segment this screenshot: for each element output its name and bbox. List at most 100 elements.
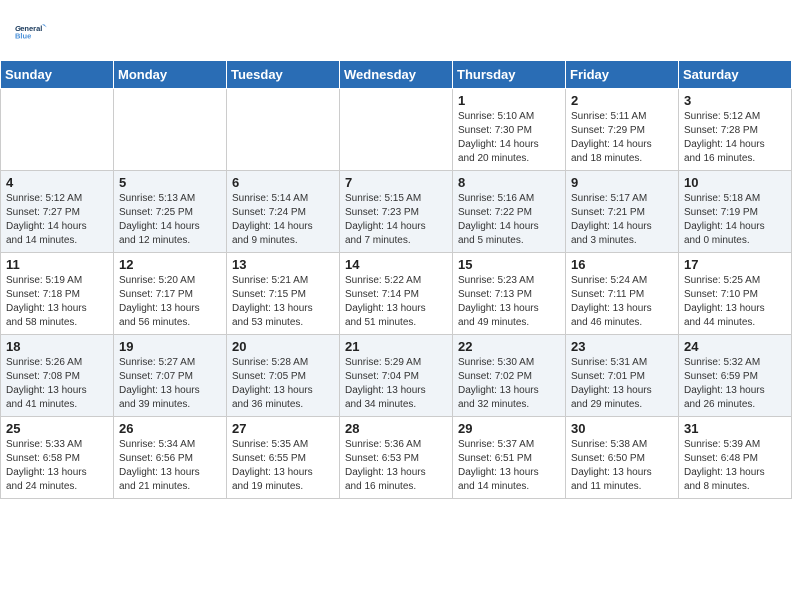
day-info: Sunrise: 5:16 AM Sunset: 7:22 PM Dayligh… <box>458 192 560 248</box>
day-number: 4 <box>6 175 108 190</box>
calendar-table: SundayMondayTuesdayWednesdayThursdayFrid… <box>0 60 792 499</box>
day-number: 6 <box>232 175 334 190</box>
calendar-cell <box>227 89 340 171</box>
weekday-header-friday: Friday <box>566 61 679 89</box>
day-info: Sunrise: 5:13 AM Sunset: 7:25 PM Dayligh… <box>119 192 221 248</box>
svg-text:Blue: Blue <box>15 32 31 41</box>
day-info: Sunrise: 5:37 AM Sunset: 6:51 PM Dayligh… <box>458 438 560 494</box>
calendar-cell: 7 Sunrise: 5:15 AM Sunset: 7:23 PM Daylig… <box>340 171 453 253</box>
calendar-cell: 13 Sunrise: 5:21 AM Sunset: 7:15 PM Dayli… <box>227 253 340 335</box>
day-info: Sunrise: 5:25 AM Sunset: 7:10 PM Dayligh… <box>684 274 786 330</box>
day-info: Sunrise: 5:30 AM Sunset: 7:02 PM Dayligh… <box>458 356 560 412</box>
day-number: 12 <box>119 257 221 272</box>
day-number: 29 <box>458 421 560 436</box>
calendar-cell: 4 Sunrise: 5:12 AM Sunset: 7:27 PM Daylig… <box>1 171 114 253</box>
calendar-cell: 23Sunrise: 5:31 AM Sunset: 7:01 PM Dayli… <box>566 335 679 417</box>
calendar-cell: 30 Sunrise: 5:38 AM Sunset: 6:50 PM Dayli… <box>566 417 679 499</box>
day-info: Sunrise: 5:12 AM Sunset: 7:27 PM Dayligh… <box>6 192 108 248</box>
calendar-cell: 15 Sunrise: 5:23 AM Sunset: 7:13 PM Dayli… <box>453 253 566 335</box>
day-info: Sunrise: 5:22 AM Sunset: 7:14 PM Dayligh… <box>345 274 447 330</box>
day-info: Sunrise: 5:35 AM Sunset: 6:55 PM Dayligh… <box>232 438 334 494</box>
day-number: 17 <box>684 257 786 272</box>
calendar-cell: 19 Sunrise: 5:27 AM Sunset: 7:07 PM Dayli… <box>114 335 227 417</box>
weekday-header-tuesday: Tuesday <box>227 61 340 89</box>
day-info: Sunrise: 5:14 AM Sunset: 7:24 PM Dayligh… <box>232 192 334 248</box>
calendar-cell: 5 Sunrise: 5:13 AM Sunset: 7:25 PM Daylig… <box>114 171 227 253</box>
day-number: 9 <box>571 175 673 190</box>
calendar-cell: 25 Sunrise: 5:33 AM Sunset: 6:58 PM Dayli… <box>1 417 114 499</box>
day-info: Sunrise: 5:39 AM Sunset: 6:48 PM Dayligh… <box>684 438 786 494</box>
calendar-cell: 2Sunrise: 5:11 AM Sunset: 7:29 PM Daylig… <box>566 89 679 171</box>
calendar-cell: 12 Sunrise: 5:20 AM Sunset: 7:17 PM Dayli… <box>114 253 227 335</box>
day-info: Sunrise: 5:23 AM Sunset: 7:13 PM Dayligh… <box>458 274 560 330</box>
calendar-cell: 8Sunrise: 5:16 AM Sunset: 7:22 PM Daylig… <box>453 171 566 253</box>
logo: G eneral Blue <box>15 12 62 52</box>
day-number: 13 <box>232 257 334 272</box>
day-number: 7 <box>345 175 447 190</box>
day-number: 11 <box>6 257 108 272</box>
day-number: 18 <box>6 339 108 354</box>
day-info: Sunrise: 5:29 AM Sunset: 7:04 PM Dayligh… <box>345 356 447 412</box>
calendar-cell: 20 Sunrise: 5:28 AM Sunset: 7:05 PM Dayli… <box>227 335 340 417</box>
calendar-cell: 11 Sunrise: 5:19 AM Sunset: 7:18 PM Dayli… <box>1 253 114 335</box>
day-number: 10 <box>684 175 786 190</box>
calendar-cell: 24 Sunrise: 5:32 AM Sunset: 6:59 PM Dayli… <box>679 335 792 417</box>
day-info: Sunrise: 5:20 AM Sunset: 7:17 PM Dayligh… <box>119 274 221 330</box>
day-info: Sunrise: 5:26 AM Sunset: 7:08 PM Dayligh… <box>6 356 108 412</box>
calendar-cell: 3Sunrise: 5:12 AM Sunset: 7:28 PM Daylig… <box>679 89 792 171</box>
day-info: Sunrise: 5:28 AM Sunset: 7:05 PM Dayligh… <box>232 356 334 412</box>
day-number: 21 <box>345 339 447 354</box>
day-info: Sunrise: 5:17 AM Sunset: 7:21 PM Dayligh… <box>571 192 673 248</box>
day-number: 15 <box>458 257 560 272</box>
day-info: Sunrise: 5:38 AM Sunset: 6:50 PM Dayligh… <box>571 438 673 494</box>
day-info: Sunrise: 5:19 AM Sunset: 7:18 PM Dayligh… <box>6 274 108 330</box>
day-number: 30 <box>571 421 673 436</box>
day-number: 5 <box>119 175 221 190</box>
day-number: 22 <box>458 339 560 354</box>
day-info: Sunrise: 5:15 AM Sunset: 7:23 PM Dayligh… <box>345 192 447 248</box>
day-number: 19 <box>119 339 221 354</box>
weekday-header-wednesday: Wednesday <box>340 61 453 89</box>
day-number: 16 <box>571 257 673 272</box>
day-number: 23 <box>571 339 673 354</box>
day-number: 1 <box>458 93 560 108</box>
calendar-cell <box>1 89 114 171</box>
calendar-cell: 18 Sunrise: 5:26 AM Sunset: 7:08 PM Dayli… <box>1 335 114 417</box>
day-number: 26 <box>119 421 221 436</box>
day-number: 25 <box>6 421 108 436</box>
calendar-cell: 16 Sunrise: 5:24 AM Sunset: 7:11 PM Dayli… <box>566 253 679 335</box>
calendar-cell: 17 Sunrise: 5:25 AM Sunset: 7:10 PM Dayli… <box>679 253 792 335</box>
weekday-header-thursday: Thursday <box>453 61 566 89</box>
day-info: Sunrise: 5:11 AM Sunset: 7:29 PM Dayligh… <box>571 110 673 166</box>
calendar-cell: 22 Sunrise: 5:30 AM Sunset: 7:02 PM Dayli… <box>453 335 566 417</box>
day-info: Sunrise: 5:32 AM Sunset: 6:59 PM Dayligh… <box>684 356 786 412</box>
calendar-cell: 28Sunrise: 5:36 AM Sunset: 6:53 PM Dayli… <box>340 417 453 499</box>
calendar-cell <box>340 89 453 171</box>
weekday-header-sunday: Sunday <box>1 61 114 89</box>
day-info: Sunrise: 5:18 AM Sunset: 7:19 PM Dayligh… <box>684 192 786 248</box>
day-info: Sunrise: 5:33 AM Sunset: 6:58 PM Dayligh… <box>6 438 108 494</box>
day-number: 20 <box>232 339 334 354</box>
day-number: 14 <box>345 257 447 272</box>
calendar-cell: 27 Sunrise: 5:35 AM Sunset: 6:55 PM Dayli… <box>227 417 340 499</box>
logo-icon: G eneral Blue <box>15 12 60 52</box>
calendar-cell: 9 Sunrise: 5:17 AM Sunset: 7:21 PM Daylig… <box>566 171 679 253</box>
calendar-cell: 14 Sunrise: 5:22 AM Sunset: 7:14 PM Dayli… <box>340 253 453 335</box>
day-number: 24 <box>684 339 786 354</box>
calendar-cell: 6 Sunrise: 5:14 AM Sunset: 7:24 PM Daylig… <box>227 171 340 253</box>
calendar-cell: 29 Sunrise: 5:37 AM Sunset: 6:51 PM Dayli… <box>453 417 566 499</box>
day-info: Sunrise: 5:21 AM Sunset: 7:15 PM Dayligh… <box>232 274 334 330</box>
day-info: Sunrise: 5:36 AM Sunset: 6:53 PM Dayligh… <box>345 438 447 494</box>
calendar-cell <box>114 89 227 171</box>
day-info: Sunrise: 5:12 AM Sunset: 7:28 PM Dayligh… <box>684 110 786 166</box>
day-info: Sunrise: 5:10 AM Sunset: 7:30 PM Dayligh… <box>458 110 560 166</box>
weekday-header-saturday: Saturday <box>679 61 792 89</box>
day-number: 27 <box>232 421 334 436</box>
calendar-cell: 26 Sunrise: 5:34 AM Sunset: 6:56 PM Dayli… <box>114 417 227 499</box>
calendar-cell: 31 Sunrise: 5:39 AM Sunset: 6:48 PM Dayli… <box>679 417 792 499</box>
calendar-cell: 21 Sunrise: 5:29 AM Sunset: 7:04 PM Dayli… <box>340 335 453 417</box>
day-info: Sunrise: 5:24 AM Sunset: 7:11 PM Dayligh… <box>571 274 673 330</box>
day-number: 31 <box>684 421 786 436</box>
day-info: Sunrise: 5:27 AM Sunset: 7:07 PM Dayligh… <box>119 356 221 412</box>
day-info: Sunrise: 5:34 AM Sunset: 6:56 PM Dayligh… <box>119 438 221 494</box>
